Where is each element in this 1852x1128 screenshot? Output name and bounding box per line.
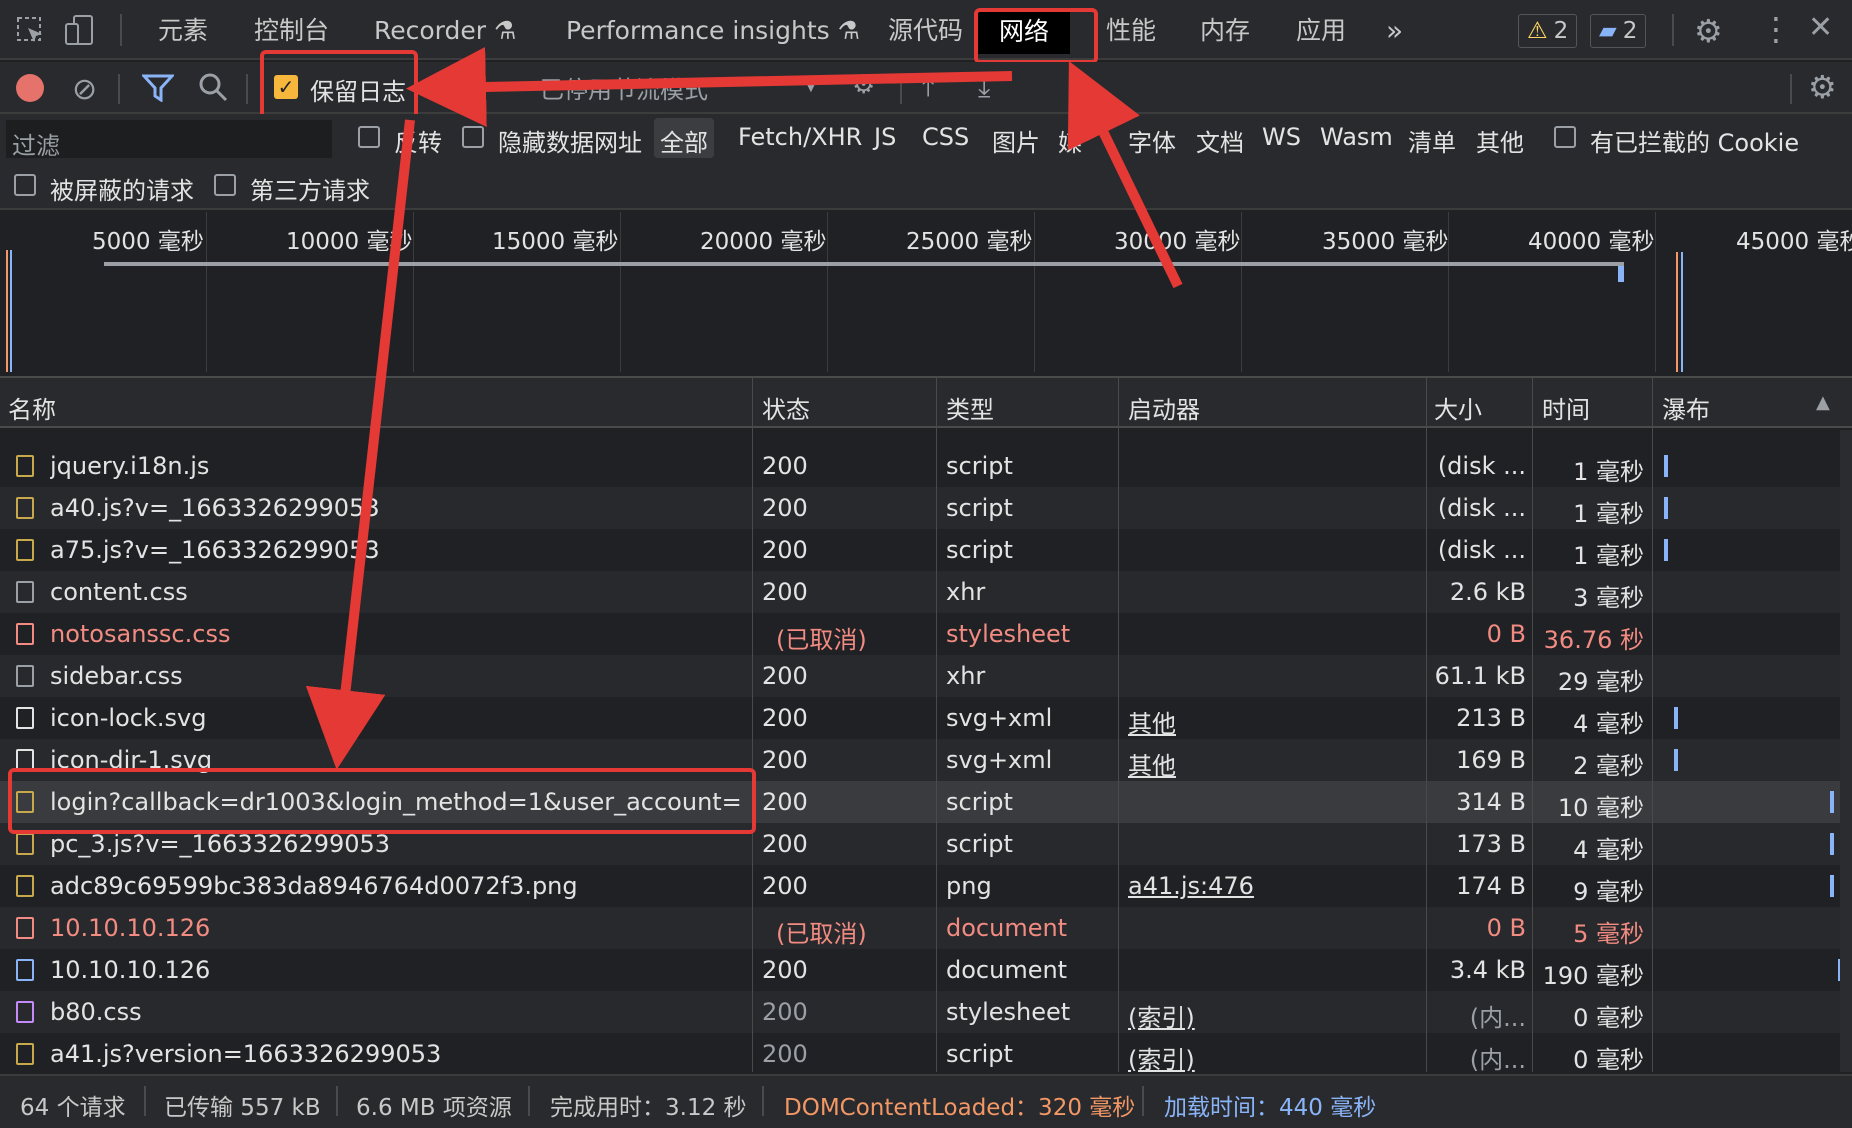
transferred-size: 已传输 557 kB bbox=[164, 1095, 321, 1121]
request-count: 64 个请求 bbox=[20, 1095, 126, 1121]
load-time: 加载时间：440 毫秒 bbox=[1164, 1095, 1377, 1121]
annotation-arrows bbox=[305, 46, 1183, 770]
finish-time: 完成用时：3.12 秒 bbox=[550, 1095, 747, 1121]
dom-content-loaded-time: DOMContentLoaded：320 毫秒 bbox=[784, 1095, 1136, 1121]
resources-size: 6.6 MB 项资源 bbox=[356, 1095, 512, 1121]
